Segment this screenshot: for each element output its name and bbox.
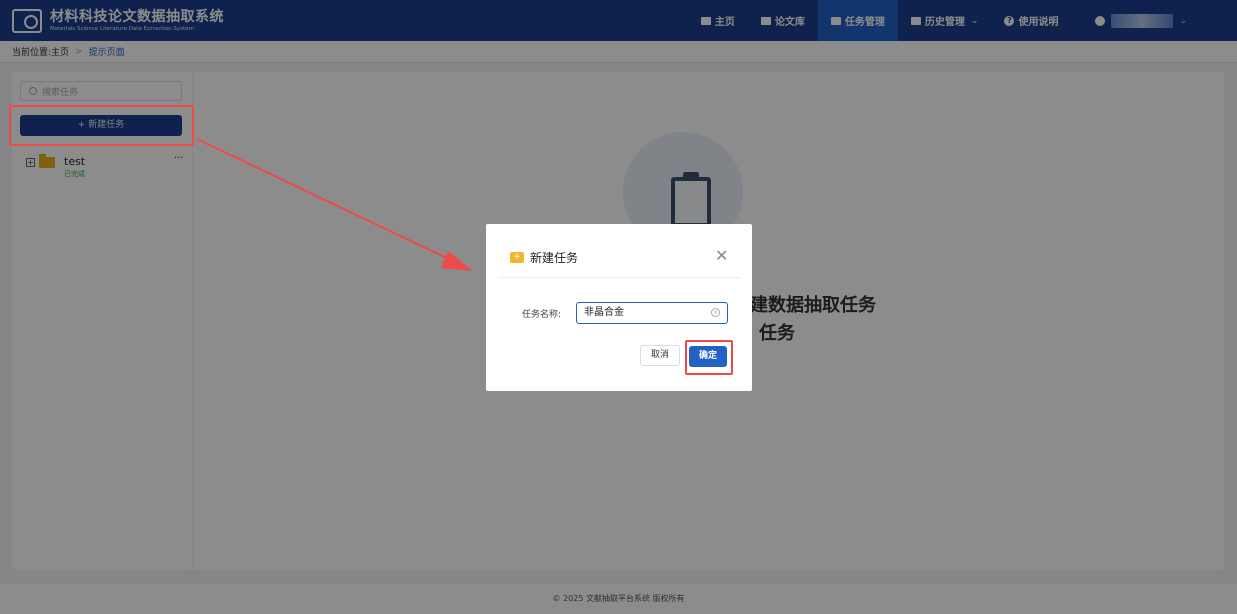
annotation-arrow [196,138,473,271]
